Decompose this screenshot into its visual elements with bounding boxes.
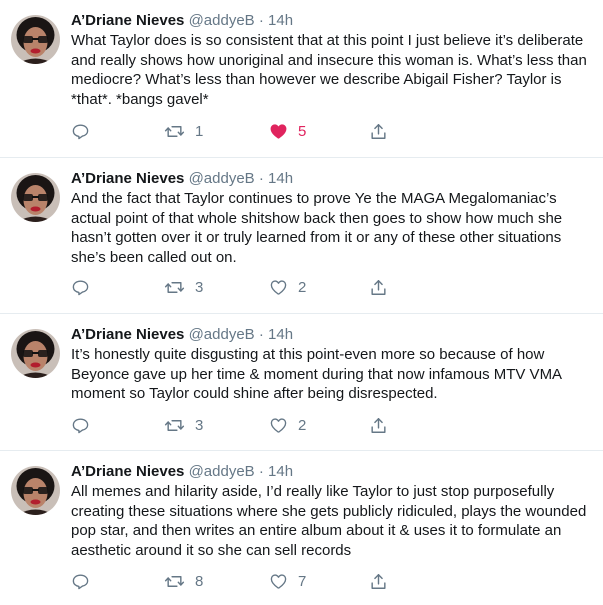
like-button[interactable]: 5 xyxy=(269,121,306,141)
tweet-text: It’s honestly quite disgusting at this p… xyxy=(71,346,566,402)
tweet-actions: 8 7 xyxy=(71,571,401,591)
tweet-feed: A’Driane Nieves @addyeB · 14h What Taylo… xyxy=(0,0,603,605)
avatar-image xyxy=(11,173,60,222)
share-button[interactable] xyxy=(369,277,388,297)
avatar[interactable] xyxy=(11,329,60,378)
author-handle[interactable]: @addyeB xyxy=(189,170,255,187)
author-handle[interactable]: @addyeB xyxy=(189,463,255,480)
tweet[interactable]: A’Driane Nieves @addyeB · 14h What Taylo… xyxy=(0,0,603,158)
like-count: 5 xyxy=(298,122,307,140)
avatar[interactable] xyxy=(11,466,60,515)
retweet-button[interactable]: 3 xyxy=(164,415,203,435)
retweet-button[interactable]: 3 xyxy=(164,277,203,297)
reply-icon xyxy=(72,417,89,433)
author-name[interactable]: A’Driane Nieves xyxy=(71,170,184,187)
tweet[interactable]: A’Driane Nieves @addyeB · 14h All memes … xyxy=(0,451,603,605)
avatar-image xyxy=(11,15,60,64)
retweet-icon xyxy=(164,125,185,137)
timestamp[interactable]: 14h xyxy=(268,12,293,29)
reply-button[interactable] xyxy=(71,415,100,435)
retweet-count: 3 xyxy=(195,416,204,434)
retweet-icon xyxy=(164,575,185,587)
retweet-count: 3 xyxy=(195,278,204,296)
avatar[interactable] xyxy=(11,15,60,64)
tweet-text: And the fact that Taylor continues to pr… xyxy=(71,190,567,266)
retweet-icon xyxy=(164,419,185,431)
reply-button[interactable] xyxy=(71,277,100,297)
tweet-header: A’Driane Nieves @addyeB · 14h xyxy=(71,462,591,482)
retweet-button[interactable]: 8 xyxy=(164,571,203,591)
heart-icon xyxy=(270,279,287,295)
retweet-count: 8 xyxy=(195,572,204,590)
tweet-actions: 3 2 xyxy=(71,277,401,297)
heart-icon xyxy=(270,417,287,433)
share-icon xyxy=(371,417,386,433)
reply-icon xyxy=(72,279,89,295)
retweet-icon xyxy=(164,281,185,293)
separator: · xyxy=(258,170,264,187)
reply-button[interactable] xyxy=(71,121,100,141)
share-icon xyxy=(371,123,386,139)
author-name[interactable]: A’Driane Nieves xyxy=(71,463,184,480)
reply-icon xyxy=(72,123,89,139)
avatar[interactable] xyxy=(11,173,60,222)
author-handle[interactable]: @addyeB xyxy=(189,326,255,343)
like-count: 2 xyxy=(298,278,307,296)
tweet[interactable]: A’Driane Nieves @addyeB · 14h And the fa… xyxy=(0,158,603,314)
share-button[interactable] xyxy=(369,415,388,435)
separator: · xyxy=(258,463,264,480)
share-icon xyxy=(371,279,386,295)
reply-icon xyxy=(72,573,89,589)
author-handle[interactable]: @addyeB xyxy=(189,12,255,29)
tweet-actions: 3 2 xyxy=(71,415,401,435)
reply-button[interactable] xyxy=(71,571,100,591)
tweet-actions: 1 5 xyxy=(71,121,401,141)
retweet-count: 1 xyxy=(195,122,204,140)
share-button[interactable] xyxy=(369,571,388,591)
like-button[interactable]: 2 xyxy=(269,277,306,297)
tweet[interactable]: A’Driane Nieves @addyeB · 14h It’s hones… xyxy=(0,314,603,451)
heart-icon xyxy=(270,573,287,589)
tweet-text: What Taylor does is so consistent that a… xyxy=(71,32,592,108)
tweet-header: A’Driane Nieves @addyeB · 14h xyxy=(71,11,591,31)
separator: · xyxy=(258,326,264,343)
avatar-image xyxy=(11,466,60,515)
timestamp[interactable]: 14h xyxy=(268,326,293,343)
like-count: 7 xyxy=(298,572,307,590)
author-name[interactable]: A’Driane Nieves xyxy=(71,12,184,29)
like-count: 2 xyxy=(298,416,307,434)
tweet-header: A’Driane Nieves @addyeB · 14h xyxy=(71,169,591,189)
tweet-header: A’Driane Nieves @addyeB · 14h xyxy=(71,325,591,345)
share-button[interactable] xyxy=(369,121,388,141)
separator: · xyxy=(258,12,264,29)
timestamp[interactable]: 14h xyxy=(268,463,293,480)
avatar-image xyxy=(11,329,60,378)
tweet-text: All memes and hilarity aside, I’d really… xyxy=(71,483,591,559)
share-icon xyxy=(371,573,386,589)
like-button[interactable]: 2 xyxy=(269,415,306,435)
retweet-button[interactable]: 1 xyxy=(164,121,203,141)
author-name[interactable]: A’Driane Nieves xyxy=(71,326,184,343)
timestamp[interactable]: 14h xyxy=(268,170,293,187)
heart-filled-icon xyxy=(270,123,287,139)
like-button[interactable]: 7 xyxy=(269,571,306,591)
